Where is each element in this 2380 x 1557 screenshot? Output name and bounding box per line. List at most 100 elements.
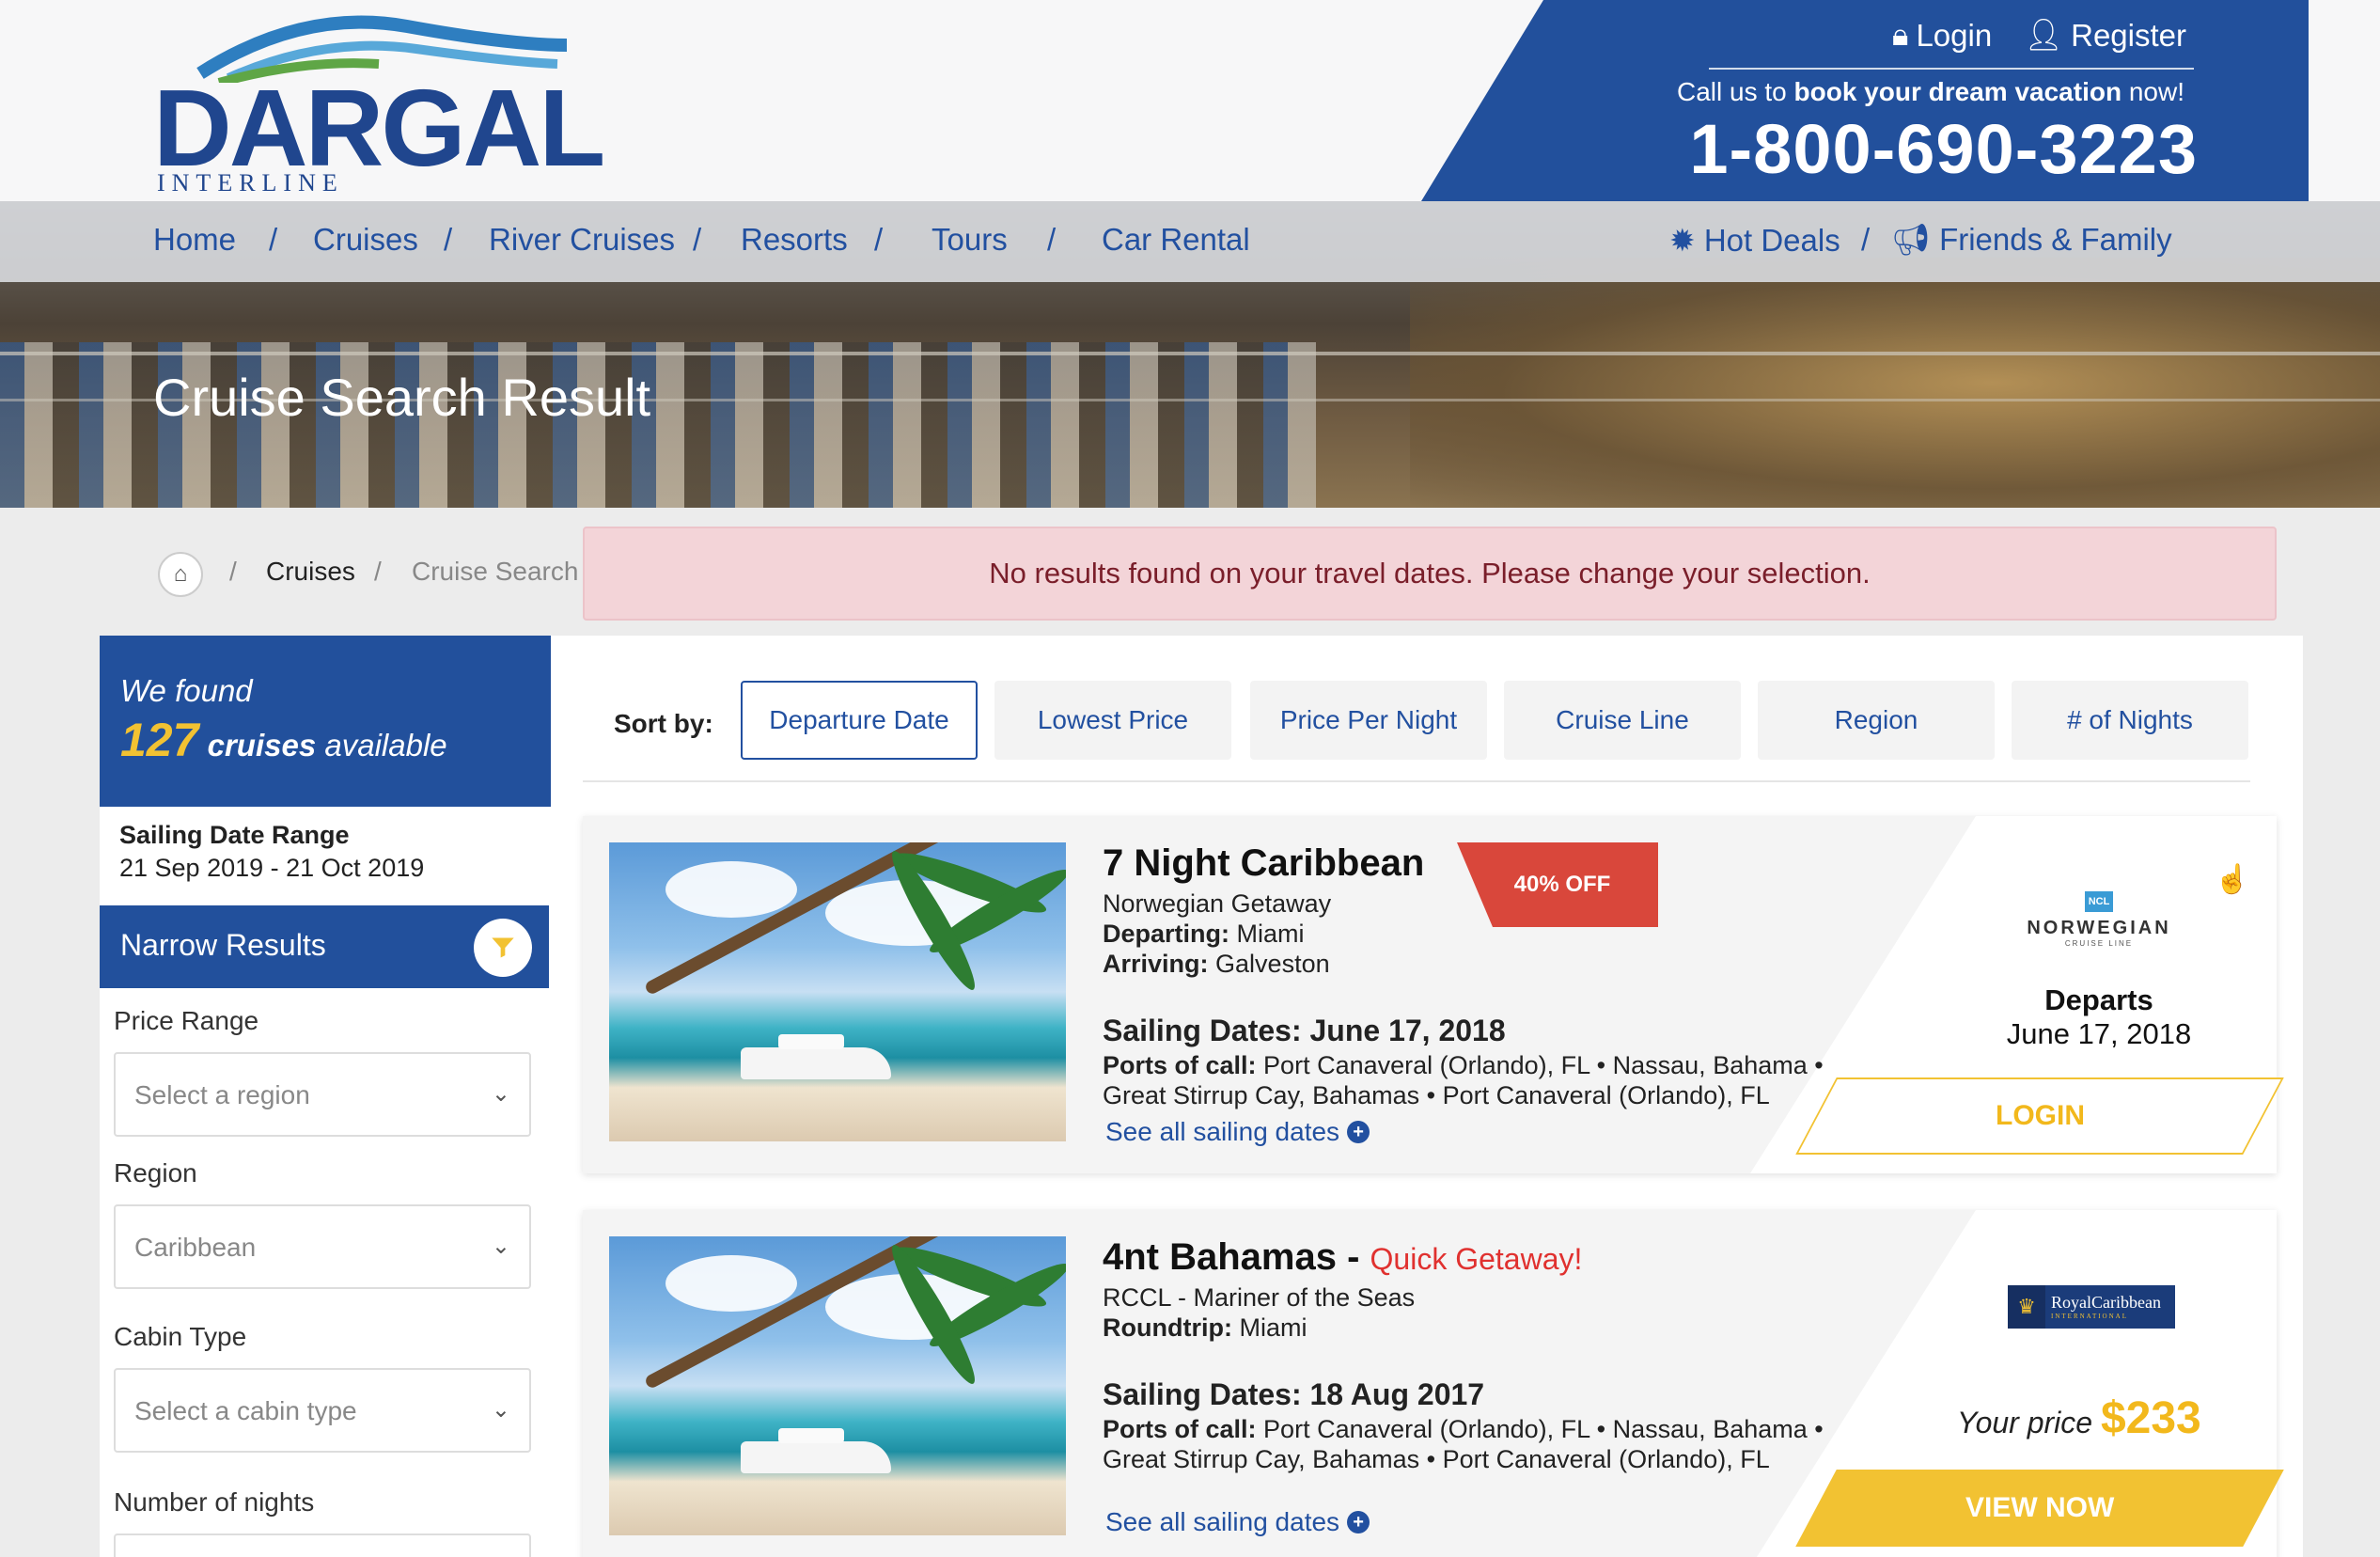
nav-separator: / [874, 222, 884, 257]
discount-badge: 40% OFF [1457, 842, 1658, 927]
ports-line-2: Great Stirrup Cay, Bahamas • Port Canave… [1103, 1081, 1770, 1109]
price-amount: $233 [2100, 1393, 2201, 1443]
rc-word: RoyalCaribbean [2051, 1293, 2161, 1312]
chevron-down-icon: ⌄ [491, 1397, 510, 1423]
page-title: Cruise Search Result [153, 368, 651, 427]
ncl-sub: CRUISE LINE [2064, 939, 2134, 948]
sort-nights[interactable]: # of Nights [2012, 681, 2248, 760]
region-select[interactable]: Caribbean ⌄ [114, 1204, 531, 1289]
nav-friends-family[interactable]: 📢︎ Friends & Family [1891, 222, 2172, 259]
roundtrip-value: Miami [1239, 1313, 1307, 1342]
royal-caribbean-logo: ♛ RoyalCaribbean INTERNATIONAL [2008, 1285, 2175, 1329]
cabin-type-select[interactable]: Select a cabin type ⌄ [114, 1368, 531, 1453]
nav-cruises[interactable]: Cruises [313, 222, 418, 258]
see-all-sailing-dates[interactable]: See all sailing dates + [1105, 1507, 1370, 1537]
contact-divider [1709, 68, 2194, 70]
cruise-title[interactable]: 7 Night Caribbean [1103, 842, 1424, 885]
sort-region[interactable]: Region [1758, 681, 1995, 760]
call-text: Call us to book your dream vacation now! [1677, 77, 2184, 107]
nav-tours[interactable]: Tours [932, 222, 1008, 258]
register-label: Register [2071, 17, 2186, 53]
cloud [665, 861, 797, 918]
sort-cruise-line[interactable]: Cruise Line [1504, 681, 1741, 760]
sailing-dates: Sailing Dates: 18 Aug 2017 [1103, 1377, 1485, 1411]
see-all-sailing-dates[interactable]: See all sailing dates + [1105, 1117, 1370, 1147]
megaphone-icon: 📢︎ [1891, 222, 1940, 257]
plus-circle-icon: + [1347, 1511, 1370, 1533]
rc-sub: INTERNATIONAL [2051, 1313, 2128, 1320]
ports-line-1: Ports of call: Port Canaveral (Orlando),… [1103, 1415, 1824, 1444]
hero-railing [0, 352, 2380, 355]
rc-wordmark: RoyalCaribbean INTERNATIONAL [2045, 1294, 2161, 1320]
call-suffix: now! [2122, 77, 2184, 106]
departing-line: Departing: Miami [1103, 920, 1305, 949]
ship-name: Norwegian Getaway [1103, 889, 1332, 918]
cruise-title[interactable]: 4nt Bahamas - Quick Getaway! [1103, 1236, 1582, 1279]
nights-select[interactable] [114, 1533, 531, 1557]
nav-hot-deals[interactable]: ✹ Hot Deals [1669, 222, 1840, 259]
home-icon: ⌂ [173, 561, 188, 587]
breadcrumb-cruises[interactable]: Cruises [266, 557, 355, 587]
hero-deck-lights [1410, 258, 2380, 508]
arriving-value: Galveston [1215, 950, 1330, 978]
price-range-value: Select a region [134, 1080, 310, 1109]
arriving-line: Arriving: Galveston [1103, 950, 1330, 979]
hand-cursor-icon: ☝ [2215, 864, 2250, 895]
nav-home[interactable]: Home [153, 222, 236, 258]
user-icon: 👤︎ [2024, 17, 2064, 52]
breadcrumb-separator: / [229, 557, 237, 586]
ship-name: RCCL - Mariner of the Seas [1103, 1283, 1416, 1312]
found-prefix: We found [120, 673, 253, 708]
chevron-down-icon: ⌄ [491, 1081, 510, 1107]
nav-separator: / [444, 222, 453, 257]
view-now-button[interactable]: VIEW NOW [1795, 1470, 2284, 1547]
arriving-label: Arriving: [1103, 950, 1209, 978]
region-value: Caribbean [134, 1233, 257, 1262]
sort-lowest-price[interactable]: Lowest Price [994, 681, 1231, 760]
departing-value: Miami [1236, 920, 1305, 948]
breadcrumb-home[interactable]: ⌂ [158, 552, 203, 597]
friends-label: Friends & Family [1939, 222, 2172, 257]
price-line: Your price $233 [1957, 1392, 2201, 1444]
available-word: available [324, 728, 447, 763]
cabin-type-value: Select a cabin type [134, 1396, 357, 1425]
cruise-card[interactable]: 4nt Bahamas - Quick Getaway! RCCL - Mari… [583, 1210, 2284, 1557]
roundtrip-label: Roundtrip: [1103, 1313, 1232, 1342]
ncl-badge: NCL [2085, 891, 2113, 912]
departing-label: Departing: [1103, 920, 1229, 948]
site-header: DARGAL INTERLINE WORLDWIDE 🔒︎Login 👤︎Reg… [0, 0, 2380, 225]
sort-price-per-night[interactable]: Price Per Night [1250, 681, 1487, 760]
phone-number[interactable]: 1-800-690-3223 [1689, 109, 2198, 189]
nav-separator: / [1861, 222, 1871, 257]
cruises-word: cruises [207, 728, 317, 763]
main-nav: Home / Cruises / River Cruises / Resorts… [0, 201, 2380, 282]
register-link[interactable]: 👤︎ Register [2024, 17, 2186, 54]
cruise-photo[interactable] [609, 1236, 1066, 1535]
filter-toggle[interactable] [474, 919, 532, 977]
cruise-card[interactable]: 40% OFF 7 Night Caribbean Norwegian Geta… [583, 816, 2284, 1173]
breadcrumb-separator: / [374, 557, 382, 586]
sort-departure-date[interactable]: Departure Date [741, 681, 978, 760]
ports-label: Ports of call: [1103, 1051, 1257, 1079]
region-label: Region [114, 1158, 197, 1187]
nav-separator: / [693, 222, 702, 257]
nav-car-rental[interactable]: Car Rental [1102, 222, 1250, 258]
norwegian-logo: NCL NORWEGIAN CRUISE LINE [2019, 891, 2179, 948]
dargal-logo[interactable]: DARGAL INTERLINE WORLDWIDE [153, 8, 605, 225]
login-link[interactable]: 🔒︎ Login [1892, 17, 1992, 54]
roundtrip-line: Roundtrip: Miami [1103, 1313, 1307, 1343]
departs-info: Departs June 17, 2018 [1993, 983, 2205, 1051]
cruise-title-main: 4nt Bahamas - [1103, 1236, 1370, 1278]
price-range-select[interactable]: Select a region ⌄ [114, 1052, 531, 1137]
nav-river-cruises[interactable]: River Cruises [489, 222, 675, 258]
nav-resorts[interactable]: Resorts [741, 222, 848, 258]
narrow-results-header[interactable]: Narrow Results [100, 905, 549, 988]
nav-separator: / [1047, 222, 1057, 257]
account-links: 🔒︎ Login 👤︎ Register [1892, 17, 2186, 54]
result-count: 127 [120, 714, 199, 766]
sort-divider [583, 780, 2250, 782]
see-all-label: See all sailing dates [1105, 1117, 1340, 1146]
sort-label: Sort by: [614, 709, 713, 738]
login-button[interactable]: LOGIN [1795, 1077, 2284, 1155]
cruise-photo[interactable] [609, 842, 1066, 1141]
